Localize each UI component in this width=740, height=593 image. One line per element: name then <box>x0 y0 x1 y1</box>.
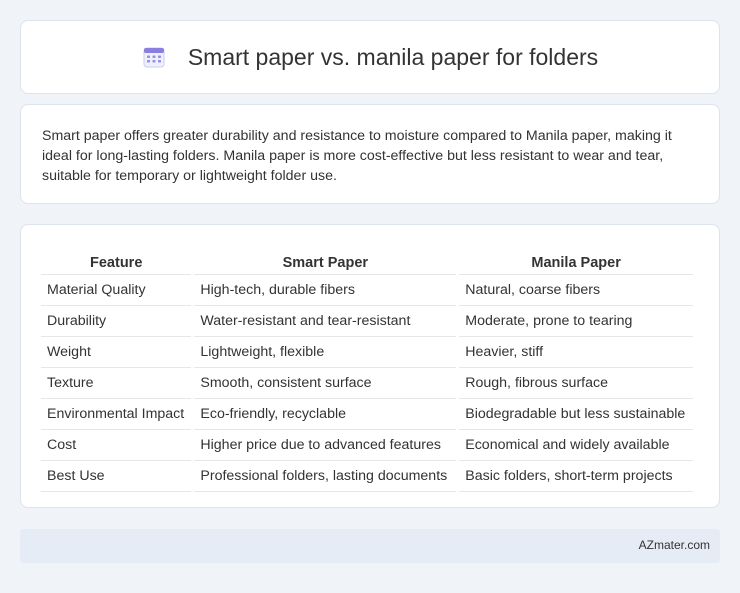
table-cell: Environmental Impact <box>41 399 192 430</box>
page-title: Smart paper vs. manila paper for folders <box>187 43 599 70</box>
table-cell: Durability <box>41 306 192 337</box>
table-cell: Weight <box>41 337 192 368</box>
table-cell: Lightweight, flexible <box>194 337 457 368</box>
calendar-icon <box>143 47 165 68</box>
title-wrap: Smart paper vs. manila paper for folders <box>142 44 598 71</box>
table-cell: Best Use <box>41 461 192 492</box>
table-row: Texture Smooth, consistent surface Rough… <box>41 368 693 399</box>
footer-site-link[interactable]: AZmater.com <box>639 538 710 552</box>
column-header-smart-paper: Smart Paper <box>194 245 457 275</box>
title-card: Smart paper vs. manila paper for folders <box>20 20 720 94</box>
table-cell: Professional folders, lasting documents <box>194 461 457 492</box>
table-row: Best Use Professional folders, lasting d… <box>41 461 693 492</box>
comparison-table-card: Feature Smart Paper Manila Paper Materia… <box>20 224 720 508</box>
summary-card: Smart paper offers greater durability an… <box>20 104 720 204</box>
table-cell: Texture <box>41 368 192 399</box>
table-cell: Cost <box>41 430 192 461</box>
table-cell: Material Quality <box>41 275 192 306</box>
table-cell: High-tech, durable fibers <box>194 275 457 306</box>
column-header-feature: Feature <box>41 245 192 275</box>
comparison-table: Feature Smart Paper Manila Paper Materia… <box>38 245 696 492</box>
table-row: Durability Water-resistant and tear-resi… <box>41 306 693 337</box>
table-cell: Economical and widely available <box>459 430 693 461</box>
table-cell: Heavier, stiff <box>459 337 693 368</box>
table-cell: Natural, coarse fibers <box>459 275 693 306</box>
table-cell: Basic folders, short-term projects <box>459 461 693 492</box>
table-row: Material Quality High-tech, durable fibe… <box>41 275 693 306</box>
table-cell: Biodegradable but less sustainable <box>459 399 693 430</box>
table-row: Weight Lightweight, flexible Heavier, st… <box>41 337 693 368</box>
table-cell: Higher price due to advanced features <box>194 430 457 461</box>
table-cell: Eco-friendly, recyclable <box>194 399 457 430</box>
column-header-manila-paper: Manila Paper <box>459 245 693 275</box>
table-row: Environmental Impact Eco-friendly, recyc… <box>41 399 693 430</box>
table-cell: Smooth, consistent surface <box>194 368 457 399</box>
footer-bar: AZmater.com <box>20 529 720 563</box>
summary-text: Smart paper offers greater durability an… <box>42 128 672 184</box>
table-cell: Moderate, prone to tearing <box>459 306 693 337</box>
table-cell: Rough, fibrous surface <box>459 368 693 399</box>
table-row: Cost Higher price due to advanced featur… <box>41 430 693 461</box>
table-header-row: Feature Smart Paper Manila Paper <box>41 245 693 275</box>
table-cell: Water-resistant and tear-resistant <box>194 306 457 337</box>
